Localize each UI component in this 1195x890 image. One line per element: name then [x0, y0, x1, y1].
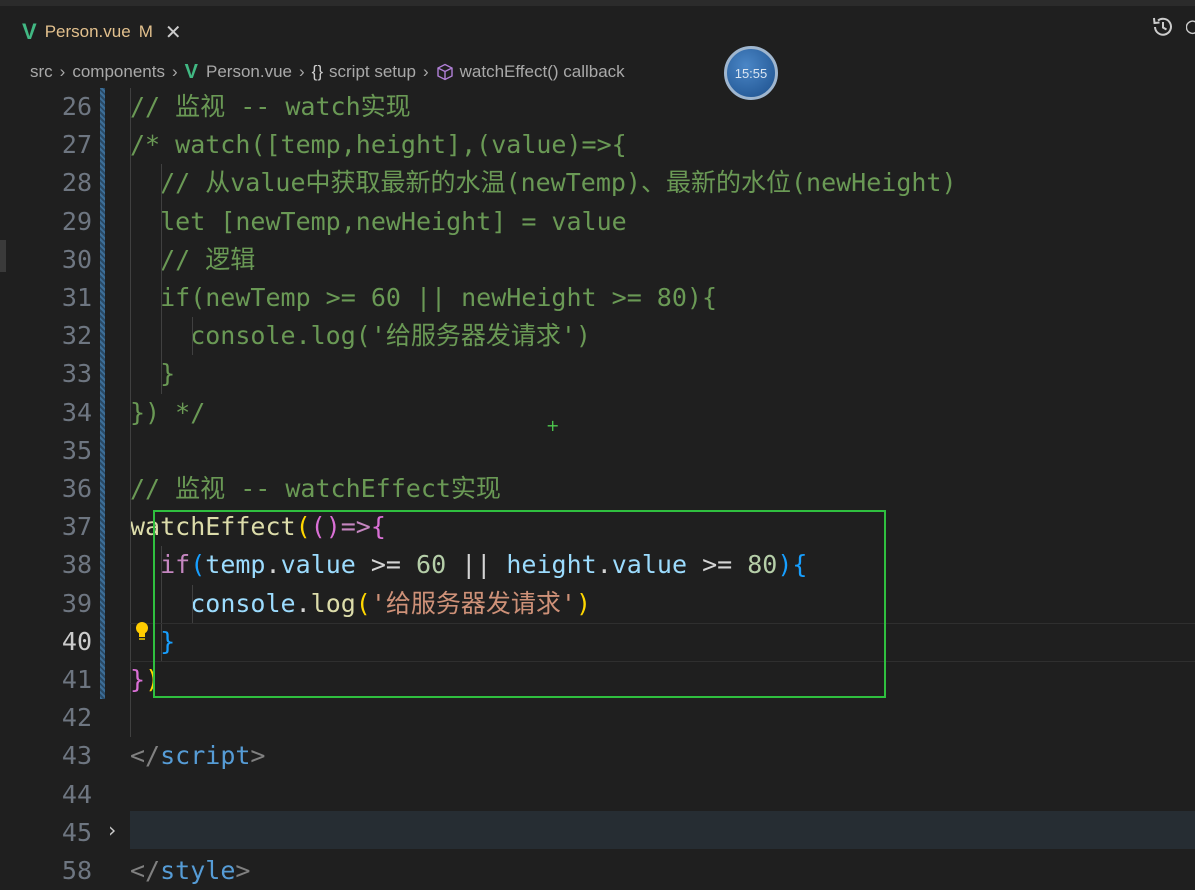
- breadcrumb: src › components › V Person.vue › {} scr…: [0, 56, 1195, 88]
- code-text: console.log('给服务器发请求'): [130, 317, 591, 355]
- cursor-plus-icon: +: [546, 416, 560, 435]
- code-text: /* watch([temp,height],(value)=>{: [130, 126, 627, 164]
- code-line[interactable]: 44: [0, 776, 1195, 814]
- code-line[interactable]: 30 // 逻辑: [0, 241, 1195, 279]
- code-line[interactable]: 28 // 从value中获取最新的水温(newTemp)、最新的水位(newH…: [0, 164, 1195, 202]
- code-token: }) */: [130, 397, 206, 427]
- code-text: </script>: [130, 737, 265, 775]
- code-token: if(newTemp >= 60 || newHeight >= 80){: [130, 283, 717, 312]
- code-token: script: [160, 741, 251, 771]
- code-text: // 逻辑: [130, 241, 255, 279]
- git-change-gutter[interactable]: [100, 88, 105, 700]
- code-token: }: [130, 359, 176, 389]
- vue-file-icon: V: [22, 19, 37, 44]
- indent-guide: [130, 88, 131, 738]
- code-line[interactable]: 33 }: [0, 355, 1195, 393]
- line-number: 27: [61, 130, 92, 160]
- code-line[interactable]: 58 </style>: [0, 852, 1195, 890]
- title-bar-strip: [0, 0, 1195, 6]
- line-number: 32: [61, 321, 92, 351]
- code-text: let [newTemp,newHeight] = value: [130, 203, 627, 241]
- line-number: 43: [61, 741, 92, 771]
- code-token: let [newTemp,newHeight] = value: [130, 206, 627, 236]
- code-token: >: [250, 741, 266, 771]
- clock-time: 15:55: [734, 65, 768, 81]
- code-token: </: [130, 741, 161, 771]
- line-number: 58: [61, 856, 92, 885]
- code-text: </style>: [130, 852, 250, 890]
- line-number: 33: [61, 359, 92, 389]
- line-number: 37: [61, 512, 92, 542]
- line-number: 28: [61, 168, 92, 198]
- indent-guide: [161, 164, 162, 394]
- lightbulb-icon[interactable]: [134, 621, 150, 641]
- history-icon[interactable]: [1150, 14, 1176, 40]
- code-token: </: [130, 856, 161, 885]
- line-number: 35: [61, 435, 92, 465]
- line-number: 42: [61, 703, 92, 733]
- tab-person-vue[interactable]: V Person.vue M ✕: [14, 8, 200, 56]
- code-token: /* watch([temp,height],(value)=>{: [130, 130, 627, 160]
- braces-icon: {}: [311, 62, 324, 81]
- tab-modified-badge: M: [138, 22, 153, 41]
- code-line[interactable]: 32 console.log('给服务器发请求'): [0, 317, 1195, 355]
- breadcrumb-separator-icon: ›: [171, 62, 178, 81]
- breadcrumb-separator-icon: ›: [298, 62, 305, 81]
- line-number: 40: [61, 626, 92, 656]
- code-token: >: [235, 856, 251, 885]
- scroll-edge-marker: [0, 240, 6, 272]
- line-number: 36: [61, 474, 92, 503]
- breadcrumb-components[interactable]: components: [72, 62, 165, 82]
- tab-close-icon[interactable]: ✕: [165, 20, 182, 45]
- tab-bar: V Person.vue M ✕ ◯: [0, 0, 1195, 56]
- code-line[interactable]: 29 let [newTemp,newHeight] = value: [0, 203, 1195, 241]
- code-text: if(newTemp >= 60 || newHeight >= 80){: [130, 279, 717, 317]
- line-number: 34: [61, 397, 92, 427]
- code-line[interactable]: 26 // 监视 -- watch实现: [0, 88, 1195, 126]
- line-number: 39: [61, 588, 92, 618]
- breadcrumb-src[interactable]: src: [30, 62, 53, 82]
- vue-file-icon: V: [184, 60, 198, 83]
- line-number: 38: [61, 550, 92, 580]
- code-line[interactable]: 42: [0, 699, 1195, 737]
- code-line[interactable]: 35: [0, 432, 1195, 470]
- line-number: 44: [61, 779, 92, 809]
- indent-guide: [192, 317, 193, 356]
- code-line[interactable]: 31 if(newTemp >= 60 || newHeight >= 80){: [0, 279, 1195, 317]
- code-text: }: [130, 355, 175, 393]
- breadcrumb-file[interactable]: Person.vue: [206, 62, 292, 82]
- code-editor[interactable]: 26 // 监视 -- watch实现 27 /* watch([temp,heigh…: [0, 88, 1195, 889]
- more-actions-icon[interactable]: ◯: [1186, 14, 1195, 40]
- code-token: // 监视 -- watchEffect实现: [130, 474, 501, 503]
- line-number: 41: [61, 665, 92, 694]
- code-token: style: [160, 856, 236, 885]
- breadcrumb-separator-icon: ›: [422, 62, 429, 81]
- code-token: // 逻辑: [130, 244, 256, 274]
- line-number: 31: [61, 283, 92, 312]
- code-token: console.log('给服务器发请求'): [130, 321, 591, 351]
- line-number: 45: [61, 817, 92, 847]
- code-line[interactable]: 36 // 监视 -- watchEffect实现: [0, 470, 1195, 508]
- code-text: // 监视 -- watch实现: [130, 88, 411, 126]
- line-number: 26: [61, 92, 92, 121]
- code-token: }: [130, 665, 146, 694]
- code-line[interactable]: 34 }) */: [0, 394, 1195, 432]
- code-token: // 监视 -- watch实现: [130, 92, 411, 121]
- folded-line-highlight: [130, 811, 1195, 849]
- breadcrumb-separator-icon: ›: [59, 62, 66, 81]
- code-text: }) */: [130, 394, 205, 432]
- fold-chevron-icon[interactable]: ›: [106, 818, 118, 842]
- code-line[interactable]: 43 </script>: [0, 737, 1195, 775]
- code-token: // 从value中获取最新的水温(newTemp)、最新的水位(newHeig…: [130, 168, 957, 198]
- breadcrumb-script-setup[interactable]: script setup: [329, 62, 416, 82]
- line-number: 29: [61, 206, 92, 236]
- annotation-highlight-box: [153, 510, 886, 698]
- tab-file-name: Person.vue: [44, 22, 131, 41]
- breadcrumb-callback[interactable]: watchEffect() callback: [460, 62, 625, 82]
- code-line[interactable]: 27 /* watch([temp,height],(value)=>{: [0, 126, 1195, 164]
- code-text: // 监视 -- watchEffect实现: [130, 470, 501, 508]
- line-number: 30: [61, 244, 92, 274]
- code-text: // 从value中获取最新的水温(newTemp)、最新的水位(newHeig…: [130, 164, 957, 202]
- method-cube-icon: [436, 63, 453, 81]
